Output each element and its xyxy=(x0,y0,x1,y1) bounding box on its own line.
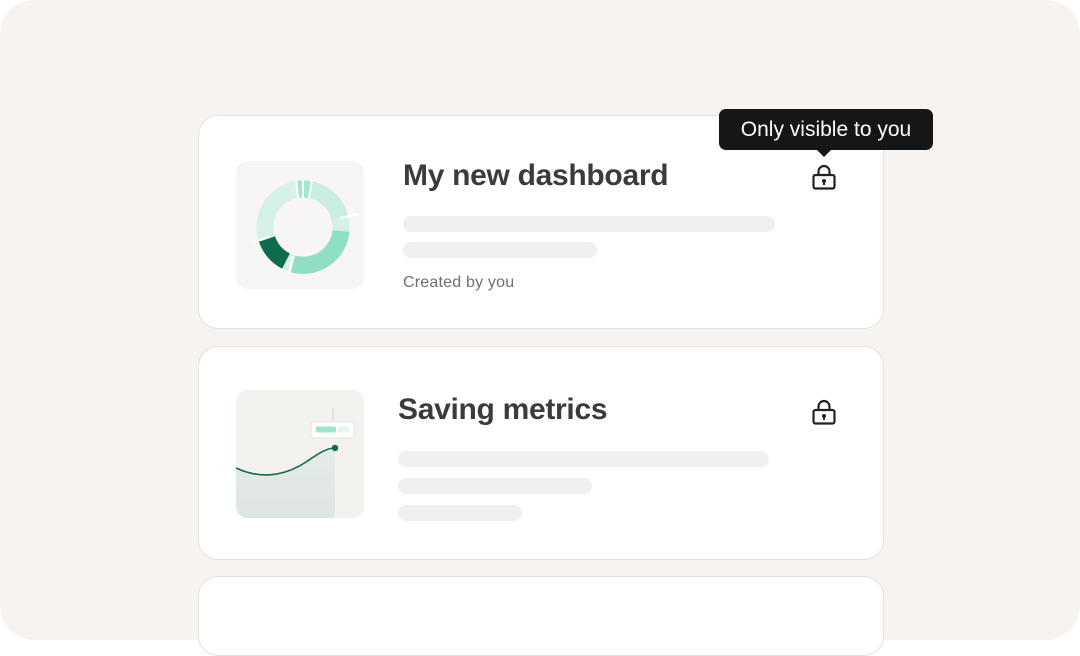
placeholder-line xyxy=(398,478,592,494)
placeholder-line xyxy=(403,216,775,232)
donut-chart-thumbnail xyxy=(236,161,364,289)
dashboard-list-panel: My new dashboard Created by you Saving m… xyxy=(0,0,1080,656)
chart-tooltip-value xyxy=(316,426,336,433)
donut-segment-bottom-left xyxy=(258,235,291,269)
donut-chart-icon xyxy=(251,179,359,275)
chart-tooltip-value xyxy=(338,426,349,433)
chart-area-fill xyxy=(236,448,335,518)
placeholder-line xyxy=(403,242,597,258)
privacy-tooltip: Only visible to you xyxy=(719,109,933,157)
placeholder-line xyxy=(398,451,769,467)
dashboard-card-partial[interactable] xyxy=(198,576,884,656)
chart-point xyxy=(331,444,339,452)
donut-segment-right xyxy=(290,229,350,274)
lock-icon[interactable] xyxy=(811,163,837,191)
created-by-label: Created by you xyxy=(403,274,515,291)
dashboard-card-saving-metrics[interactable]: Saving metrics xyxy=(198,346,884,560)
dashboard-title[interactable]: Saving metrics xyxy=(398,393,608,427)
dashboard-title[interactable]: My new dashboard xyxy=(403,159,669,193)
lock-icon[interactable] xyxy=(811,398,837,426)
placeholder-line xyxy=(398,505,522,521)
line-chart-thumbnail xyxy=(236,390,364,518)
line-chart-icon xyxy=(236,408,355,518)
